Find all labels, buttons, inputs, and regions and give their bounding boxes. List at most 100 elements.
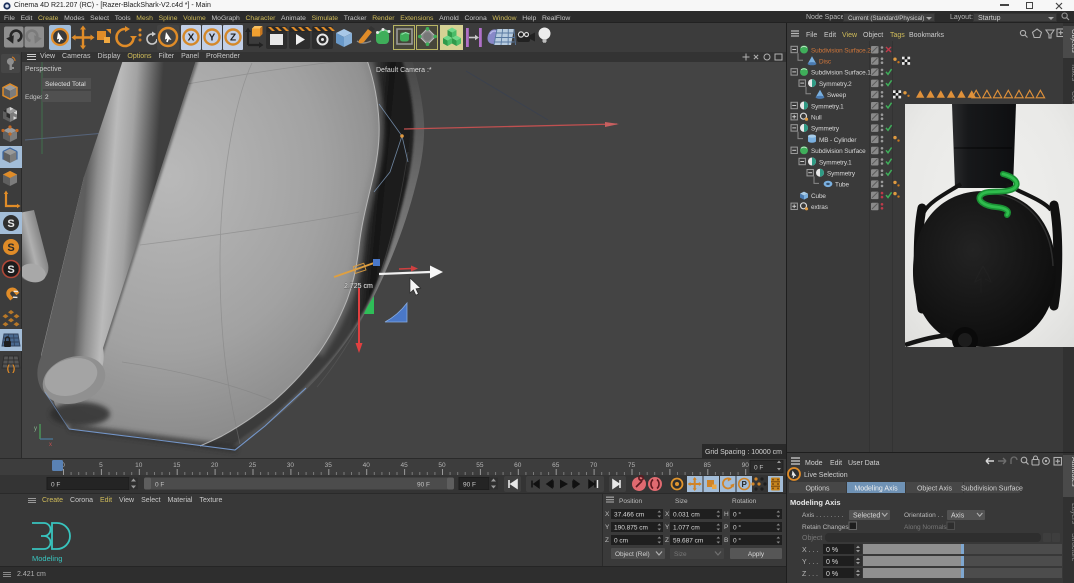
svg-text:Y: Y (665, 524, 670, 531)
svg-text:0 cm: 0 cm (614, 538, 628, 545)
svg-text:MB - Cylinder: MB - Cylinder (819, 137, 857, 144)
svg-text:Subdivision Surface.2: Subdivision Surface.2 (811, 47, 871, 54)
svg-text:59.687 cm: 59.687 cm (673, 538, 703, 545)
svg-text:Options: Options (805, 486, 830, 493)
svg-text:Live Selection: Live Selection (804, 472, 848, 479)
svg-text:Modeling Axis: Modeling Axis (790, 498, 841, 507)
svg-text:Default Camera :*: Default Camera :* (376, 67, 432, 74)
svg-text:90: 90 (742, 462, 750, 469)
svg-text:65: 65 (552, 462, 560, 469)
svg-text:55: 55 (476, 462, 484, 469)
svg-text:90 F: 90 F (417, 482, 430, 489)
svg-text:S: S (7, 218, 14, 230)
svg-text:Along Normals: Along Normals (904, 524, 947, 531)
svg-text:Rotation: Rotation (732, 498, 757, 505)
svg-text:Perspective: Perspective (25, 66, 62, 73)
svg-text:Object: Object (802, 535, 822, 542)
svg-text:X: X (665, 511, 670, 518)
svg-text:Subdivision Surface.1: Subdivision Surface.1 (811, 70, 871, 77)
svg-text:extras: extras (811, 204, 828, 211)
svg-text:Layers: Layers (1070, 503, 1074, 525)
svg-text:0 °: 0 ° (733, 537, 741, 545)
svg-text:Object (Rel): Object (Rel) (615, 551, 650, 558)
svg-text:X . . .: X . . . (802, 547, 818, 554)
svg-text:Axis: Axis (951, 513, 965, 520)
svg-text:Tags: Tags (890, 32, 905, 39)
svg-text:80: 80 (666, 462, 674, 469)
svg-text:10: 10 (135, 462, 143, 469)
svg-text:90 F: 90 F (463, 482, 476, 489)
svg-text:Subdivision Surface: Subdivision Surface (811, 148, 866, 155)
svg-text:Y: Y (209, 33, 216, 44)
svg-text:37.466 cm: 37.466 cm (614, 512, 644, 519)
svg-text:Null: Null (811, 115, 822, 122)
svg-text:Symmetry: Symmetry (827, 171, 856, 178)
svg-text:Y . . .: Y . . . (802, 559, 818, 566)
svg-text:Symmetry.1: Symmetry.1 (811, 103, 844, 110)
svg-text:0 F: 0 F (155, 482, 164, 489)
svg-text:P: P (724, 524, 728, 531)
svg-text:y: y (34, 426, 37, 432)
svg-text:30: 30 (287, 462, 295, 469)
svg-text:X: X (188, 33, 195, 44)
svg-text:0.031 cm: 0.031 cm (673, 512, 700, 519)
svg-text:Z: Z (230, 33, 236, 44)
svg-text:Attributes: Attributes (1070, 457, 1074, 487)
svg-text:S: S (7, 264, 14, 276)
svg-text:Sweep: Sweep (827, 92, 847, 99)
svg-text:Modeling Axis: Modeling Axis (854, 486, 898, 493)
svg-text:Retain Changes: Retain Changes (802, 524, 849, 531)
svg-text:Cube: Cube (811, 193, 826, 200)
svg-text:Mode: Mode (805, 460, 823, 467)
svg-text:1.077 cm: 1.077 cm (673, 525, 700, 532)
svg-text:Grid Spacing : 10000 cm: Grid Spacing : 10000 cm (705, 449, 782, 456)
svg-text:Tube: Tube (835, 182, 849, 189)
svg-text:0 F: 0 F (51, 482, 60, 489)
svg-text:Symmetry.2: Symmetry.2 (819, 81, 852, 88)
svg-text:Z: Z (605, 537, 609, 544)
svg-text:Disc: Disc (819, 59, 832, 66)
svg-text:Z: Z (665, 537, 669, 544)
svg-text:S: S (7, 242, 14, 254)
svg-text:35: 35 (325, 462, 333, 469)
svg-text:Objects: Objects (1070, 29, 1074, 53)
svg-text:45: 45 (400, 462, 408, 469)
svg-text:70: 70 (590, 462, 598, 469)
svg-text:Y: Y (605, 524, 610, 531)
svg-text:0 °: 0 ° (733, 524, 741, 532)
svg-text:( ): ( ) (7, 363, 16, 373)
svg-text:Takes: Takes (1070, 63, 1074, 82)
svg-text:20: 20 (211, 462, 219, 469)
svg-text:40: 40 (363, 462, 371, 469)
svg-text:Selected Total: Selected Total (45, 81, 86, 88)
svg-text:H: H (724, 511, 729, 518)
svg-text:View: View (842, 32, 858, 39)
svg-text:Modeling: Modeling (32, 554, 62, 563)
svg-text:Orientation . .: Orientation . . (904, 512, 943, 519)
svg-text:Object Axis: Object Axis (917, 486, 953, 493)
svg-text:Bookmarks: Bookmarks (909, 32, 945, 39)
svg-text:0 °: 0 ° (733, 511, 741, 519)
svg-text:Symmetry: Symmetry (811, 126, 840, 133)
svg-text:x: x (49, 442, 52, 448)
svg-text:B: B (724, 537, 728, 544)
svg-text:85: 85 (704, 462, 712, 469)
svg-text:Edit: Edit (830, 460, 842, 467)
svg-text:Position: Position (619, 498, 643, 505)
svg-text:0 %: 0 % (826, 559, 838, 566)
svg-text:X: X (605, 511, 610, 518)
svg-text:Z . . .: Z . . . (802, 571, 818, 578)
svg-text:0 %: 0 % (826, 571, 838, 578)
svg-text:60: 60 (514, 462, 522, 469)
svg-text:75: 75 (628, 462, 636, 469)
svg-text:Size: Size (674, 551, 687, 558)
svg-text:25: 25 (249, 462, 257, 469)
svg-text:190.875 cm: 190.875 cm (614, 525, 648, 532)
svg-text:Subdivision Surface: Subdivision Surface (961, 486, 1023, 493)
svg-text:Edges: Edges (25, 94, 44, 101)
svg-text:User Data: User Data (848, 460, 880, 467)
svg-text:Object: Object (863, 32, 883, 39)
svg-text:Apply: Apply (748, 551, 765, 558)
svg-text:Size: Size (675, 498, 688, 505)
svg-text:Symmetry.1: Symmetry.1 (819, 159, 852, 166)
